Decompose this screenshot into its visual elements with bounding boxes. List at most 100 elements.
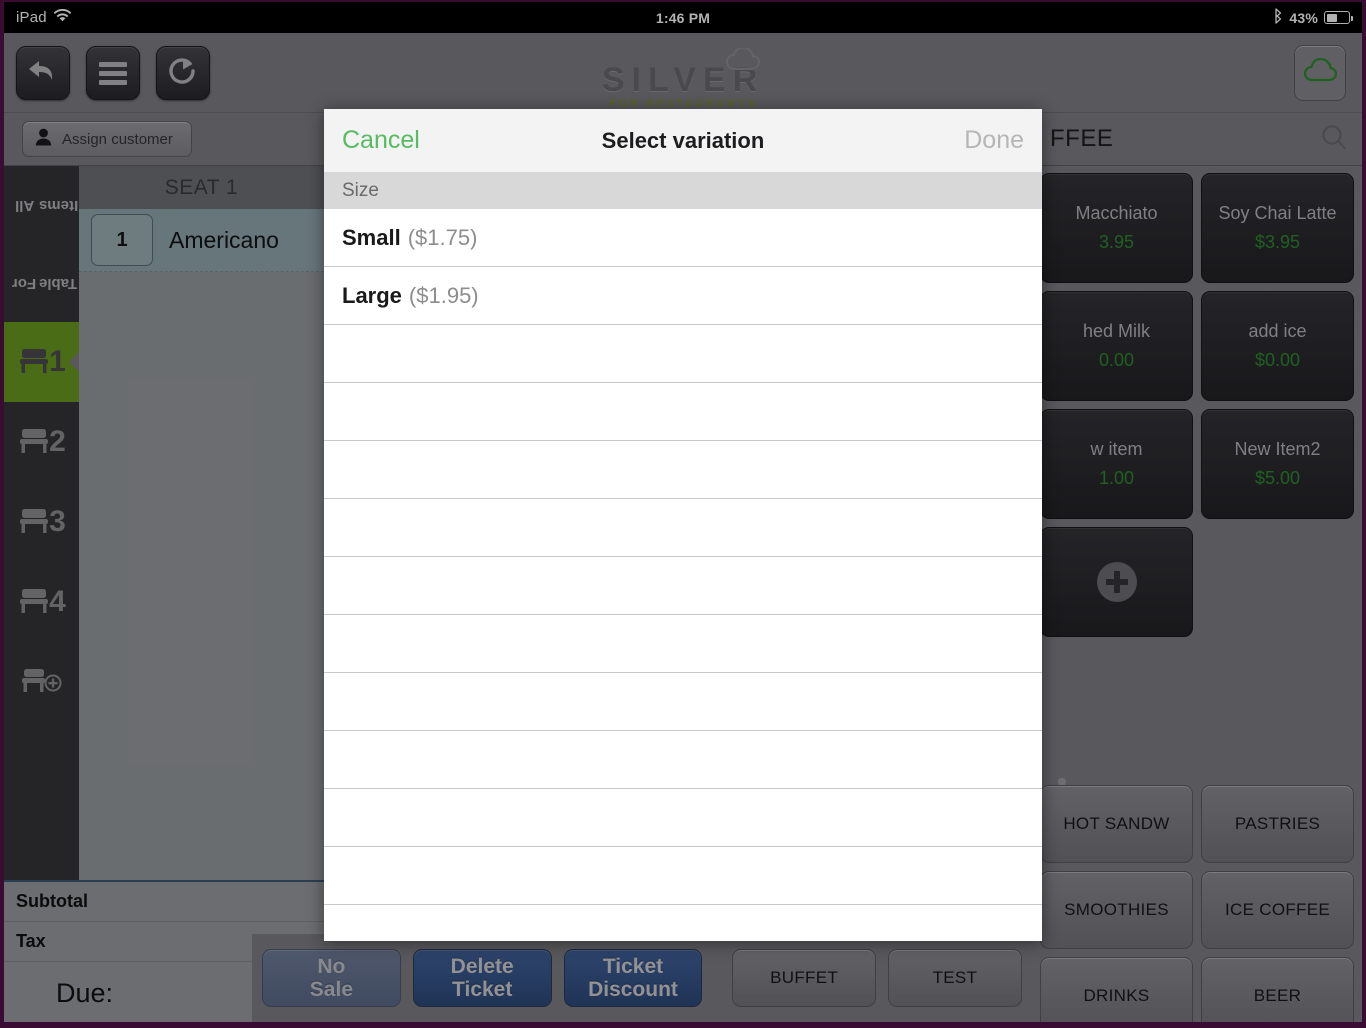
list-item xyxy=(324,325,1042,383)
ticket-discount-button[interactable]: Ticket Discount xyxy=(563,949,703,1007)
menu-item-name: w item xyxy=(1090,439,1143,459)
category-tile[interactable]: SMOOTHIES xyxy=(1040,871,1193,949)
order-pane: SEAT 1 1 Americano xyxy=(79,166,324,880)
category-tile-buffet[interactable]: BUFFET xyxy=(732,949,876,1007)
hamburger-menu-icon xyxy=(99,58,127,89)
seat-icon xyxy=(17,423,51,462)
search-icon[interactable] xyxy=(1320,123,1348,156)
tax-label: Tax xyxy=(16,931,46,951)
menu-item-tile[interactable]: Soy Chai Latte $3.95 xyxy=(1201,173,1354,283)
variation-row-large[interactable]: Large ($1.95) xyxy=(324,267,1042,325)
ticket-discount-line2: Discount xyxy=(588,978,678,1001)
table-row[interactable]: 1 Americano xyxy=(79,209,324,272)
variation-name: Large xyxy=(342,282,402,308)
device-frame: iPad 1:46 PM 43% SILVER FOR RESTAURANTS … xyxy=(0,0,1366,1028)
rail-all-items[interactable]: All Items xyxy=(4,166,79,244)
ios-status-bar: iPad 1:46 PM 43% xyxy=(4,2,1362,33)
cloud-sync-button[interactable] xyxy=(1294,45,1346,101)
action-bar: No Sale Delete Ticket Ticket Discount BU… xyxy=(252,934,1032,1022)
sidebar-item-seat-2[interactable]: 2 xyxy=(4,402,79,482)
assign-customer-bar: Assign customer xyxy=(4,113,324,166)
rail-for-table[interactable]: For Table xyxy=(4,244,79,322)
category-header: FFEE xyxy=(1032,113,1362,166)
battery-icon xyxy=(1324,11,1353,24)
sidebar-item-seat-1[interactable]: 1 xyxy=(4,322,79,402)
rail-for-table-l1: For xyxy=(12,274,37,292)
menu-item-tile[interactable]: New Item2 $5.00 xyxy=(1201,409,1354,519)
menu-item-tile[interactable]: hed Milk 0.00 xyxy=(1040,291,1193,401)
menu-panel: FFEE Macchiato 3.95 Soy Chai Latte $3.95… xyxy=(1032,113,1362,1022)
rail-all-items-l2: Items xyxy=(38,196,79,214)
person-icon xyxy=(35,128,52,150)
variation-price: ($1.75) xyxy=(407,224,478,250)
list-item xyxy=(324,441,1042,499)
seat-2-label: 2 xyxy=(49,425,66,458)
menu-item-price: $3.95 xyxy=(1254,232,1301,252)
subtotal-label: Subtotal xyxy=(16,891,88,911)
menu-item-tile[interactable]: w item 1.00 xyxy=(1040,409,1193,519)
menu-item-price: 0.00 xyxy=(1098,350,1135,370)
variation-section-header: Size xyxy=(324,173,1042,209)
seat-icon xyxy=(17,583,51,622)
sidebar-item-seat-3[interactable]: 3 xyxy=(4,482,79,562)
menu-item-price: 1.00 xyxy=(1098,468,1135,488)
switch-user-button[interactable] xyxy=(156,46,210,100)
menu-button[interactable] xyxy=(86,46,140,100)
variation-row-small[interactable]: Small ($1.75) xyxy=(324,209,1042,267)
category-grid: HOT SANDW PASTRIES SMOOTHIES ICE COFFEE … xyxy=(1032,785,1362,1022)
order-item-name: Americano xyxy=(169,226,279,253)
category-tile[interactable]: DRINKS xyxy=(1040,957,1193,1022)
back-button[interactable] xyxy=(16,46,70,100)
rail-for-table-l2: Table xyxy=(39,274,78,292)
menu-item-name: Soy Chai Latte xyxy=(1218,203,1337,223)
logo-cloud-icon xyxy=(725,46,769,72)
category-tile-test[interactable]: TEST xyxy=(887,949,1022,1007)
cloud-sync-icon xyxy=(1303,57,1338,89)
seat-1-label: 1 xyxy=(49,345,66,378)
sidebar-item-seat-4[interactable]: 4 xyxy=(4,562,79,642)
category-title: FFEE xyxy=(1050,125,1114,152)
category-tile[interactable]: BEER xyxy=(1201,957,1354,1022)
list-item xyxy=(324,847,1042,905)
list-item xyxy=(324,557,1042,615)
menu-item-tile[interactable]: add ice $0.00 xyxy=(1201,291,1354,401)
category-tile[interactable]: PASTRIES xyxy=(1201,785,1354,863)
due-label: Due: xyxy=(56,977,114,1008)
order-qty[interactable]: 1 xyxy=(91,214,153,266)
category-tile[interactable]: ICE COFFEE xyxy=(1201,871,1354,949)
assign-customer-label: Assign customer xyxy=(62,130,173,148)
menu-item-name: New Item2 xyxy=(1234,439,1321,459)
modal-title: Select variation xyxy=(601,127,765,153)
menu-item-price: $5.00 xyxy=(1254,468,1301,488)
menu-item-price: 3.95 xyxy=(1098,232,1135,252)
ticket-discount-line1: Ticket xyxy=(602,955,664,978)
assign-customer-button[interactable]: Assign customer xyxy=(22,121,192,157)
screen: iPad 1:46 PM 43% SILVER FOR RESTAURANTS … xyxy=(4,2,1362,1022)
seat-4-label: 4 xyxy=(49,585,66,618)
seat-rail: All Items For Table 1 2 3 4 xyxy=(4,166,79,880)
add-menu-item-tile[interactable] xyxy=(1040,527,1193,637)
variation-name: Small xyxy=(342,224,401,250)
category-tile[interactable]: HOT SANDW xyxy=(1040,785,1193,863)
delete-ticket-line2: Ticket xyxy=(452,978,513,1001)
list-item xyxy=(324,673,1042,731)
list-item xyxy=(324,731,1042,789)
list-item xyxy=(324,789,1042,847)
delete-ticket-line1: Delete xyxy=(450,955,514,978)
menu-item-tile[interactable]: Macchiato 3.95 xyxy=(1040,173,1193,283)
delete-ticket-button[interactable]: Delete Ticket xyxy=(412,949,552,1007)
back-arrow-icon xyxy=(27,58,59,89)
no-sale-button[interactable]: No Sale xyxy=(262,949,401,1007)
add-seat-icon xyxy=(19,663,65,702)
add-seat-button[interactable] xyxy=(4,642,79,722)
item-grid: Macchiato 3.95 Soy Chai Latte $3.95 hed … xyxy=(1032,167,1362,729)
seat-icon xyxy=(17,343,51,382)
seat-icon xyxy=(17,503,51,542)
ticket-column: Assign customer AllItems ForTable 1 2 xyxy=(4,113,324,1022)
no-sale-line2: Sale xyxy=(309,978,353,1001)
menu-item-name: Macchiato xyxy=(1075,203,1158,223)
menu-item-name: add ice xyxy=(1248,321,1307,341)
seat-header: SEAT 1 xyxy=(79,166,324,209)
list-item xyxy=(324,383,1042,441)
variation-price: ($1.95) xyxy=(408,282,479,308)
